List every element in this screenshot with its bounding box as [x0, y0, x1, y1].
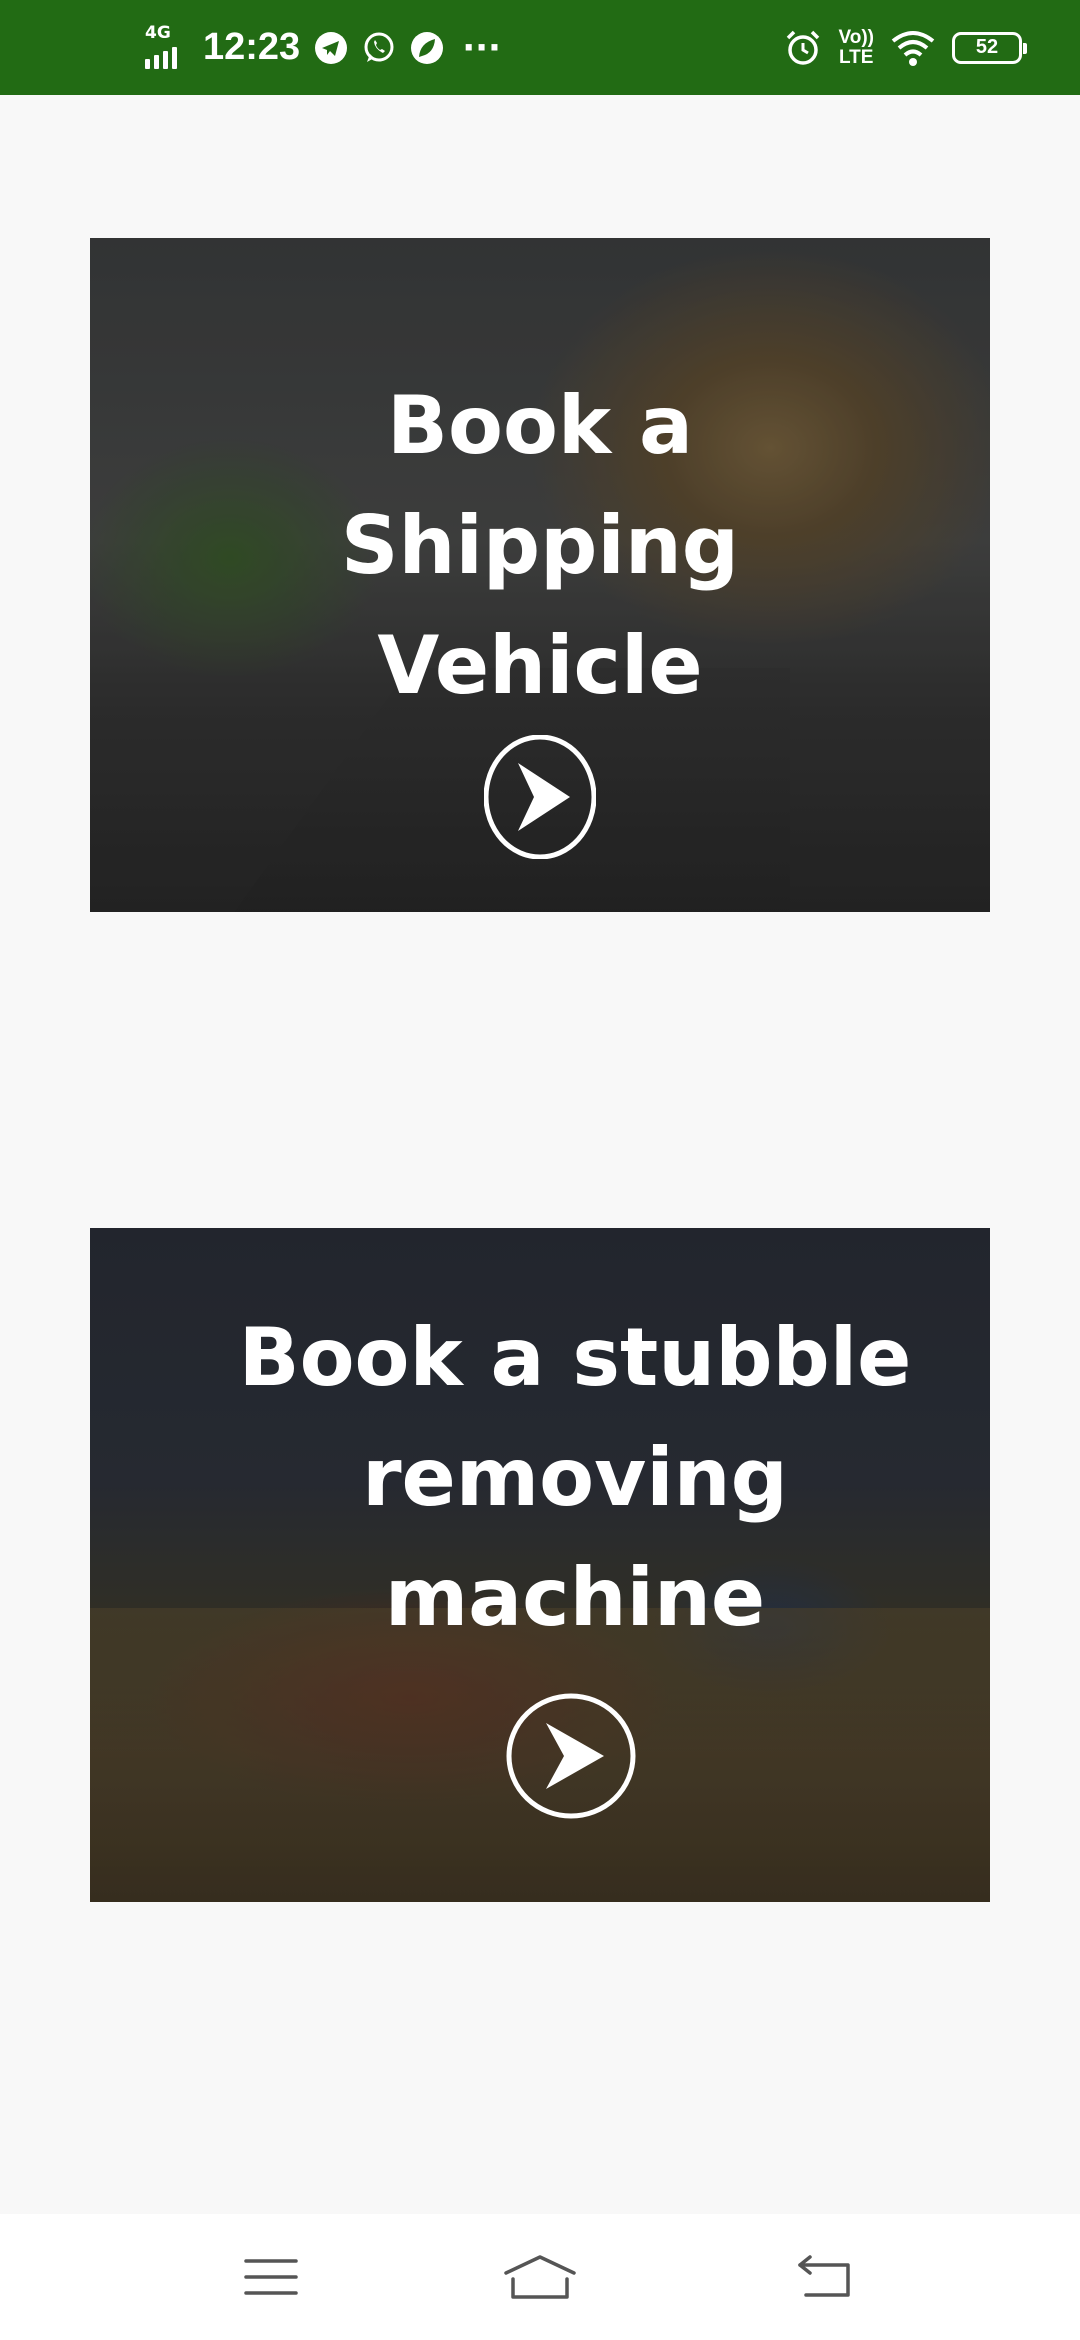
book-shipping-vehicle-card[interactable]: Book a Shipping Vehicle	[90, 238, 990, 912]
play-arrow-icon[interactable]	[484, 735, 596, 859]
telegram-icon	[314, 31, 348, 65]
navigation-bar	[0, 2214, 1080, 2340]
status-bar-left: 4G 12:23 ···	[143, 0, 501, 95]
back-icon	[796, 2255, 852, 2303]
shipping-vehicle-title: Book a Shipping Vehicle	[340, 379, 740, 712]
wifi-icon	[890, 29, 936, 67]
home-button[interactable]	[495, 2244, 585, 2314]
status-time: 12:23	[203, 26, 301, 68]
home-icon	[503, 2253, 577, 2305]
battery-level: 52	[975, 36, 999, 58]
battery-icon: 52	[952, 31, 1027, 64]
volte-top-label: Vo))	[838, 26, 874, 48]
alarm-icon	[784, 29, 822, 67]
stubble-machine-title: Book a stubble removing machine	[238, 1311, 912, 1644]
volte-icon: Vo)) LTE	[838, 26, 874, 68]
status-bar-right: Vo)) LTE 52	[784, 0, 1027, 95]
overflow-icon: ···	[462, 27, 501, 68]
menu-icon	[244, 2257, 298, 2301]
play-arrow-icon[interactable]	[506, 1693, 636, 1819]
status-bar: 4G 12:23 ··· Vo)) LTE 52	[0, 0, 1080, 95]
volte-bottom-label: LTE	[838, 46, 874, 68]
book-stubble-machine-card[interactable]: Book a stubble removing machine	[90, 1228, 990, 1902]
network-type: 4G	[145, 22, 171, 43]
whatsapp-icon	[362, 31, 396, 65]
leaf-app-icon	[410, 31, 444, 65]
back-button[interactable]	[779, 2244, 869, 2314]
signal-icon: 4G	[143, 23, 189, 73]
menu-button[interactable]	[226, 2244, 316, 2314]
